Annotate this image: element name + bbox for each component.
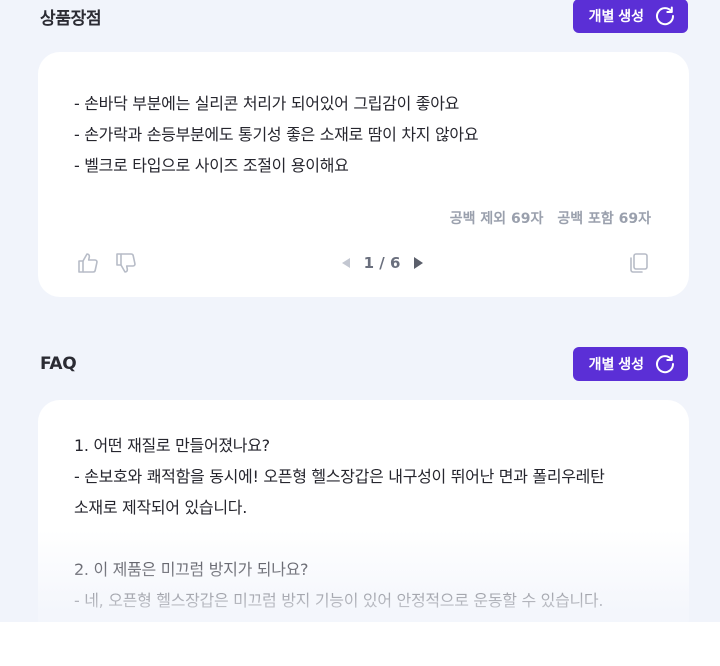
refresh-icon xyxy=(656,354,675,374)
thumbs-up-icon xyxy=(78,253,98,273)
generate-button-label: 개별 생성 xyxy=(588,8,644,24)
char-count-with-space: 공백 포함 69자 xyxy=(557,211,651,227)
faq-answer: - 손보호와 쾌적함을 동시에! 오픈형 헬스장갑은 내구성이 뛰어난 면과 폴… xyxy=(74,467,605,486)
faq-question: 1. 어떤 재질로 만들어졌나요? xyxy=(74,436,270,455)
generate-button[interactable]: 개별 생성 xyxy=(572,0,688,33)
faq-answer: 소재로 제작되어 있습니다. xyxy=(74,498,247,517)
faq-answer: - 네, 오픈형 헬스장갑은 미끄럼 방지 기능이 있어 안정적으로 운동할 수… xyxy=(74,591,604,610)
section-title: 상품장점 xyxy=(40,8,102,29)
next-page-button[interactable] xyxy=(414,257,424,269)
feedback-buttons xyxy=(76,251,138,275)
pager: 1 / 6 xyxy=(341,254,424,272)
section-header-faq: FAQ 개별 생성 xyxy=(40,346,688,382)
char-count-no-space: 공백 제외 69자 xyxy=(449,211,544,227)
thumbs-down-button[interactable] xyxy=(114,251,138,275)
pager-label: 1 / 6 xyxy=(363,254,401,272)
thumbs-up-button[interactable] xyxy=(76,251,100,275)
faq-text: 1. 어떤 재질로 만들어졌나요? - 손보호와 쾌적함을 동시에! 오픈형 헬… xyxy=(74,430,659,616)
generate-button-label: 개별 생성 xyxy=(588,356,644,372)
next-arrow-icon xyxy=(414,257,424,269)
card-footer: 1 / 6 xyxy=(76,250,651,276)
prev-arrow-icon xyxy=(341,258,350,268)
thumbs-down-icon xyxy=(116,253,136,273)
advantages-text: - 손바닥 부분에는 실리콘 처리가 되어있어 그립감이 좋아요 - 손가락과 … xyxy=(74,88,659,181)
advantage-line: - 벨크로 타입으로 사이즈 조절이 용이해요 xyxy=(74,156,349,175)
copy-button[interactable] xyxy=(627,251,651,275)
generate-button[interactable]: 개별 생성 xyxy=(572,347,688,381)
content-panel: 상품장점 개별 생성 - 손바닥 부분에는 실리콘 처리가 되어있어 그립감이 … xyxy=(0,0,720,622)
section-title: FAQ xyxy=(40,354,77,374)
prev-page-button[interactable] xyxy=(341,258,350,268)
char-count: 공백 제외 69자 공백 포함 69자 xyxy=(450,208,651,228)
advantage-line: - 손바닥 부분에는 실리콘 처리가 되어있어 그립감이 좋아요 xyxy=(74,94,460,113)
copy-icon xyxy=(630,253,648,273)
advantages-card: - 손바닥 부분에는 실리콘 처리가 되어있어 그립감이 좋아요 - 손가락과 … xyxy=(38,52,689,297)
section-header-advantages: 상품장점 개별 생성 xyxy=(40,0,688,34)
faq-question: 2. 이 제품은 미끄럼 방지가 되나요? xyxy=(74,560,309,579)
advantage-line: - 손가락과 손등부분에도 통기성 좋은 소재로 땀이 차지 않아요 xyxy=(74,125,479,144)
refresh-icon xyxy=(656,6,675,26)
faq-card: 1. 어떤 재질로 만들어졌나요? - 손보호와 쾌적함을 동시에! 오픈형 헬… xyxy=(38,400,689,622)
